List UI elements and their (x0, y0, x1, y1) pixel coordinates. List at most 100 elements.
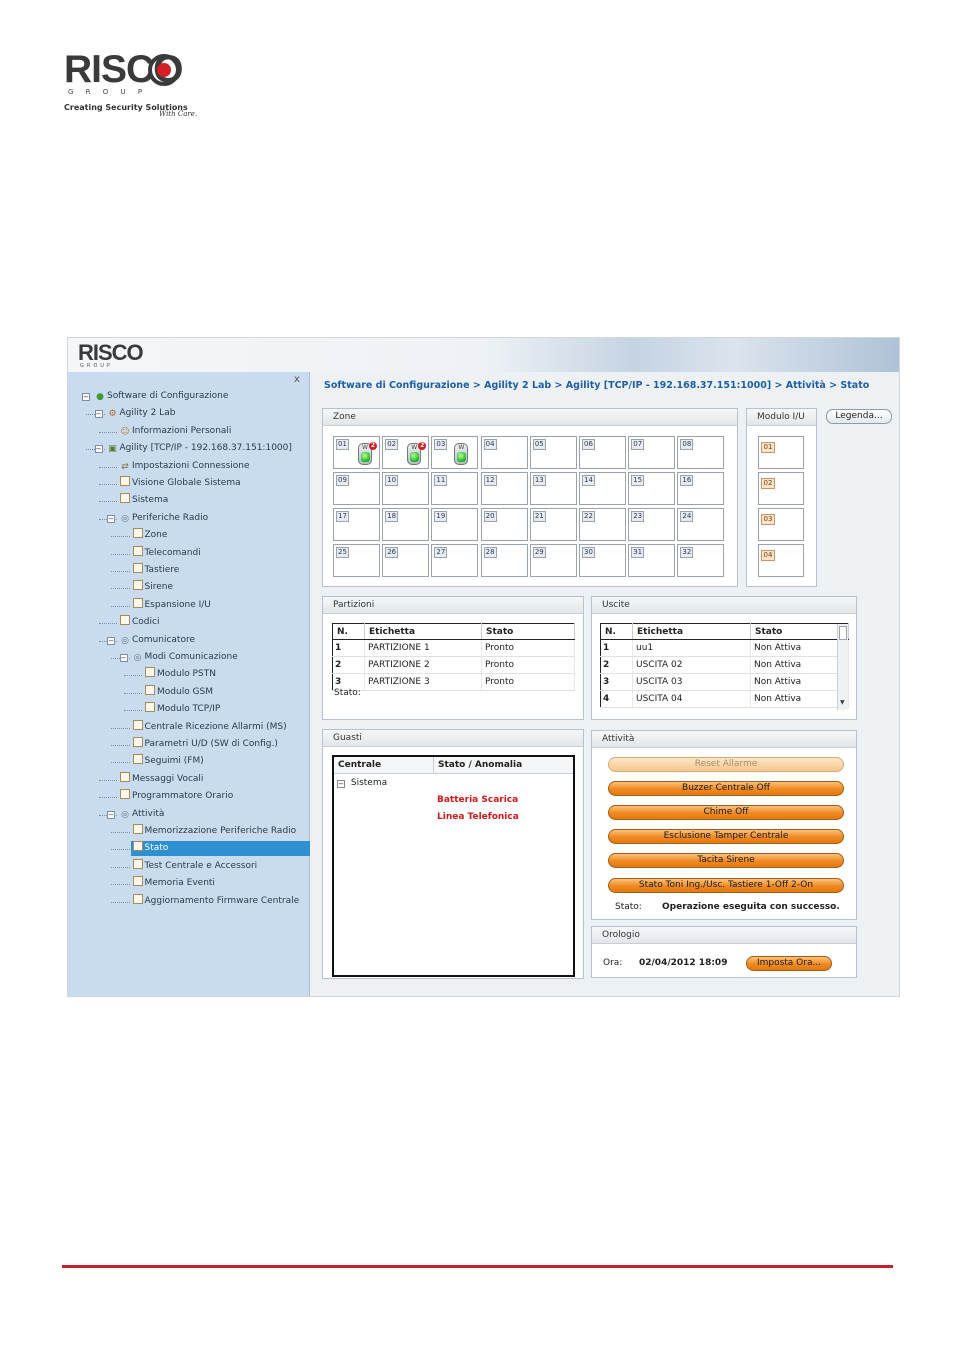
sidebar-item-seguimi-fm[interactable]: Seguimi (FM) (132, 754, 204, 769)
table-row[interactable]: 3 PARTIZIONE 3 Pronto (332, 673, 575, 691)
zone-box[interactable]: 22 (579, 508, 626, 541)
sidebar-item-modi-comunicazione[interactable]: ◎ Modi Comunicazione (133, 650, 238, 665)
sidebar-item-modulo-tcp-ip[interactable]: Modulo TCP/IP (145, 702, 220, 717)
col-header-stato[interactable]: Stato (481, 623, 575, 640)
sidebar-item-parametri-u-d-sw-di-config[interactable]: Parametri U/D (SW di Config.) (132, 737, 278, 752)
table-row[interactable]: 1 uu1 Non Attiva (600, 639, 849, 657)
io-module-box[interactable]: 01 (758, 436, 804, 469)
zone-box[interactable]: 21 (529, 508, 577, 541)
sidebar-item-messaggi-vocali[interactable]: Messaggi Vocali (120, 771, 203, 787)
table-row[interactable]: 3 USCITA 03 Non Attiva (600, 673, 849, 691)
zone-box[interactable]: 18 (382, 508, 430, 541)
sidebar-item-telecomandi[interactable]: Telecomandi (132, 545, 201, 561)
zone-box[interactable]: 29 (529, 544, 577, 577)
collapse-icon[interactable]: − (94, 445, 103, 454)
zone-box[interactable]: 26 (382, 544, 430, 577)
zone-box[interactable]: 14 (579, 472, 626, 505)
zone-box[interactable]: 11 (431, 472, 479, 505)
zone-box[interactable]: 32 (677, 544, 725, 577)
sidebar-item-centrale-ricezione-allarmi-ms[interactable]: Centrale Ricezione Allarmi (MS) (132, 719, 287, 735)
legenda-button[interactable]: Legenda... (826, 409, 892, 424)
close-icon[interactable]: x (294, 374, 300, 385)
zone-box[interactable]: 19 (431, 508, 479, 541)
sidebar-item-comunicatore[interactable]: ◎ Comunicatore (120, 633, 195, 648)
scrollbar-thumb[interactable] (839, 626, 847, 640)
zone-box[interactable]: 08 (677, 436, 725, 469)
zone-box[interactable]: 01 W 2 (333, 436, 380, 469)
sidebar-item-memoria-eventi[interactable]: Memoria Eventi (132, 876, 215, 891)
col-header-n[interactable]: N. (600, 623, 633, 640)
zone-box[interactable]: 23 (628, 508, 676, 541)
col-header-etichetta[interactable]: Etichetta (632, 623, 751, 640)
tree-group-sistema[interactable]: − Sistema (337, 778, 387, 788)
zone-box[interactable]: 17 (333, 508, 380, 541)
sidebar-item-sistema[interactable]: Sistema (120, 493, 168, 508)
io-module-box[interactable]: 04 (758, 544, 804, 577)
sidebar-item-agility-tcp-ip-192-168-37-151-1000[interactable]: ▣ Agility [TCP/IP - 192.168.37.151:1000] (108, 441, 292, 456)
sidebar-item-periferiche-radio[interactable]: ◎ Periferiche Radio (120, 511, 208, 526)
sidebar-item-impostazioni-connessione[interactable]: ⇄ Impostazioni Connessione (120, 459, 249, 474)
sidebar-item-visione-globale-sistema[interactable]: Visione Globale Sistema (120, 476, 241, 491)
sidebar-item-software-di-configurazione[interactable]: ● Software di Configurazione (95, 389, 228, 404)
zone-box[interactable]: 16 (677, 472, 725, 505)
zone-box[interactable]: 13 (529, 472, 577, 505)
sidebar-item-zone[interactable]: Zone (132, 528, 167, 543)
sidebar-item-modulo-pstn[interactable]: Modulo PSTN (145, 667, 216, 682)
table-row[interactable]: 4 USCITA 04 Non Attiva (600, 690, 849, 708)
zone-box[interactable]: 03 W (431, 436, 479, 469)
action-button-stato-toni-ing-usc-tastiere-1-off-2-on[interactable]: Stato Toni Ing./Usc. Tastiere 1-Off 2-On (608, 878, 844, 893)
sidebar-item-espansione-i-u[interactable]: Espansione I/U (132, 597, 211, 613)
col-header-n[interactable]: N. (332, 623, 365, 640)
collapse-icon[interactable]: − (107, 636, 115, 645)
sidebar-item-programmatore-orario[interactable]: Programmatore Orario (120, 789, 233, 804)
zone-box[interactable]: 07 (628, 436, 676, 469)
collapse-icon[interactable]: − (82, 393, 90, 401)
sidebar-item-aggiornamento-firmware-centrale[interactable]: Aggiornamento Firmware Centrale (132, 893, 299, 909)
sidebar-item-informazioni-personali[interactable]: ☺ Informazioni Personali (120, 424, 231, 439)
io-module-box[interactable]: 02 (758, 472, 804, 505)
imposta-ora-button[interactable]: Imposta Ora... (746, 956, 832, 971)
sidebar-item-tastiere[interactable]: Tastiere (132, 563, 179, 578)
collapse-icon[interactable]: − (119, 654, 128, 662)
sidebar-item-attivit[interactable]: ◎ Attività (120, 807, 164, 822)
scroll-down-icon[interactable]: ▼ (840, 699, 845, 706)
collapse-icon[interactable]: − (94, 410, 103, 419)
zone-box[interactable]: 27 (431, 544, 479, 577)
col-header-stato[interactable]: Stato (750, 623, 849, 640)
zone-box[interactable]: 06 (579, 436, 626, 469)
sidebar-item-agility-2-lab[interactable]: ⚙ Agility 2 Lab (108, 406, 175, 421)
action-button-esclusione-tamper-centrale[interactable]: Esclusione Tamper Centrale (608, 829, 844, 844)
collapse-icon[interactable]: − (107, 514, 115, 523)
collapse-icon[interactable]: − (337, 780, 345, 788)
io-module-box[interactable]: 03 (758, 508, 804, 541)
zone-box[interactable]: 24 (677, 508, 725, 541)
zone-box[interactable]: 09 (333, 472, 380, 505)
zone-box[interactable]: 20 (480, 508, 528, 541)
table-row[interactable]: 1 PARTIZIONE 1 Pronto (332, 639, 575, 657)
zone-box[interactable]: 05 (529, 436, 577, 469)
sidebar-item-memorizzazione-periferiche-radio[interactable]: Memorizzazione Periferiche Radio (132, 824, 296, 839)
zone-box[interactable]: 30 (579, 544, 626, 577)
sidebar-item-modulo-gsm[interactable]: Modulo GSM (145, 684, 213, 700)
col-header-stato-anomalia[interactable]: Stato / Anomalia (434, 757, 573, 774)
zone-box[interactable]: 28 (480, 544, 528, 577)
action-button-reset-allarme[interactable]: Reset Allarme (608, 757, 844, 772)
zone-box[interactable]: 25 (333, 544, 380, 577)
action-button-tacita-sirene[interactable]: Tacita Sirene (608, 853, 844, 868)
col-header-centrale[interactable]: Centrale (334, 757, 434, 774)
table-row[interactable]: 2 USCITA 02 Non Attiva (600, 656, 849, 674)
zone-box[interactable]: 10 (382, 472, 430, 505)
zone-box[interactable]: 04 (480, 436, 528, 469)
zone-box[interactable]: 15 (628, 472, 676, 505)
action-button-chime-off[interactable]: Chime Off (608, 805, 844, 820)
collapse-icon[interactable]: − (107, 810, 115, 819)
zone-box[interactable]: 02 W 2 (382, 436, 430, 469)
uscite-scrollbar[interactable]: ▼ (837, 624, 848, 710)
table-row[interactable]: 2 PARTIZIONE 2 Pronto (332, 656, 575, 674)
sidebar-item-codici[interactable]: Codici (120, 615, 159, 630)
action-button-buzzer-centrale-off[interactable]: Buzzer Centrale Off (608, 781, 844, 796)
sidebar-item-test-centrale-e-accessori[interactable]: Test Centrale e Accessori (132, 858, 257, 874)
col-header-etichetta[interactable]: Etichetta (364, 623, 482, 640)
sidebar-item-stato[interactable]: Stato (130, 841, 310, 857)
zone-box[interactable]: 12 (480, 472, 528, 505)
